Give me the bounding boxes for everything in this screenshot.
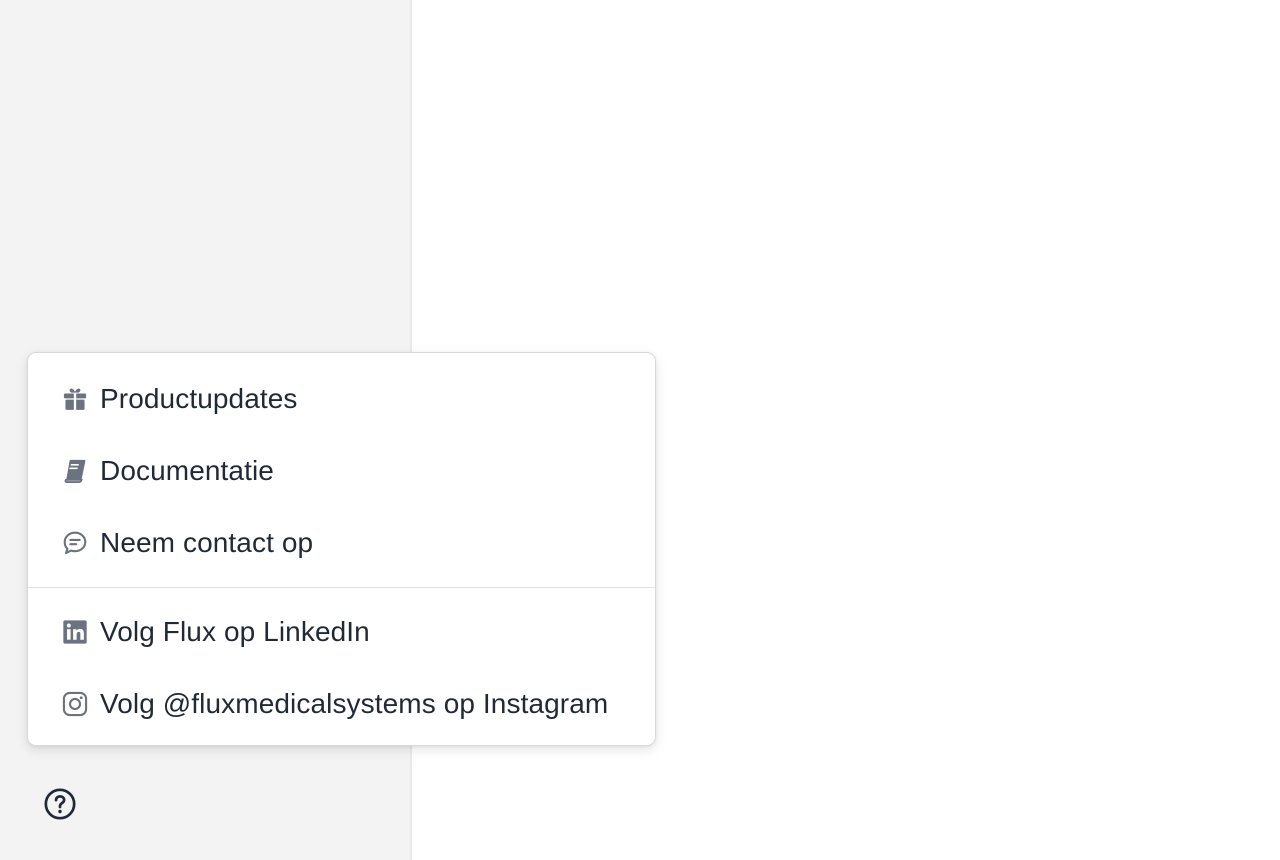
menu-item-label: Productupdates [100,383,298,414]
menu-item-label: Neem contact op [100,527,314,558]
menu-divider [28,587,655,588]
menu-item-instagram[interactable]: Volg @fluxmedicalsystems op Instagram [28,668,655,740]
help-menu-group-social: Volg Flux op LinkedIn Volg @fluxmedicals… [28,596,655,740]
gift-icon [60,384,90,414]
help-circle-icon [43,787,77,826]
instagram-icon [60,689,90,719]
chat-bubble-icon [60,528,90,558]
app-window: Productupdates Documentatie Neem contact… [0,0,1280,860]
menu-item-contact[interactable]: Neem contact op [28,507,655,579]
menu-item-label: Documentatie [100,455,274,486]
linkedin-icon [60,617,90,647]
help-menu-popover: Productupdates Documentatie Neem contact… [27,352,656,746]
menu-item-linkedin[interactable]: Volg Flux op LinkedIn [28,596,655,668]
book-icon [60,456,90,486]
menu-item-label: Volg Flux op LinkedIn [100,616,370,647]
help-button[interactable] [42,787,78,826]
menu-item-product-updates[interactable]: Productupdates [28,363,655,435]
menu-item-documentation[interactable]: Documentatie [28,435,655,507]
help-menu-group-resources: Productupdates Documentatie Neem contact… [28,363,655,579]
menu-item-label: Volg @fluxmedicalsystems op Instagram [100,688,609,719]
